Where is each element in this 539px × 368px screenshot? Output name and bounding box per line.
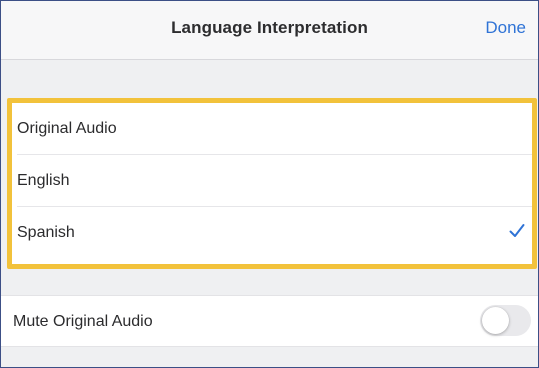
- language-option-spanish[interactable]: Spanish: [12, 207, 532, 259]
- mute-original-audio-row: Mute Original Audio: [1, 295, 538, 347]
- language-options-list: Original Audio English Spanish: [7, 98, 537, 269]
- navigation-bar: Language Interpretation Done: [1, 1, 538, 60]
- language-option-label: English: [17, 172, 70, 189]
- language-option-english[interactable]: English: [12, 155, 532, 207]
- language-option-original-audio[interactable]: Original Audio: [12, 103, 532, 155]
- done-button[interactable]: Done: [485, 18, 526, 38]
- checkmark-icon: [509, 224, 525, 237]
- language-option-label: Original Audio: [17, 120, 117, 137]
- toggle-knob: [482, 307, 509, 334]
- mute-original-audio-label: Mute Original Audio: [13, 313, 153, 330]
- language-option-label: Spanish: [17, 224, 75, 241]
- mute-original-audio-toggle[interactable]: [480, 305, 531, 336]
- page-title: Language Interpretation: [171, 18, 368, 37]
- language-interpretation-dialog: Language Interpretation Done Original Au…: [0, 0, 539, 368]
